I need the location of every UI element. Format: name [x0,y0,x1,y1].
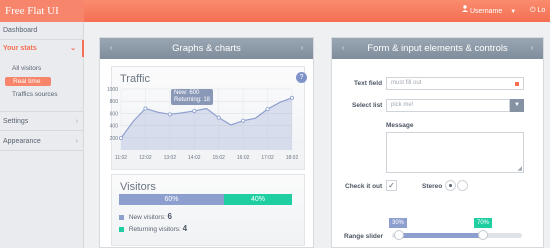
legend-value: 4 [182,224,188,233]
chevron-left-icon[interactable]: ‹ [104,38,118,59]
sidebar-subitem-real-time[interactable]: Real time [5,77,51,86]
top-bar: Free Flat UI Username ▼ ⏻ Lo [0,0,550,22]
visitors-title: Visitors [120,181,156,193]
user-name: Username [469,7,503,15]
legend-label: Returning visitors: [128,226,181,233]
required-indicator [515,82,519,86]
divider [0,150,83,151]
divider [0,111,83,112]
select-value: pick me! [391,102,414,108]
message-textarea[interactable]: ◢ [386,132,524,173]
text-field-placeholder: must fill out [391,80,422,86]
user-menu[interactable]: Username ▼ [462,0,516,22]
panel-header: ‹ Form & input elements & controls › [332,38,543,59]
stereo-label: Stereo [422,183,443,190]
chevron-right-icon[interactable]: › [525,38,539,59]
checkmark-icon: ✓ [388,181,395,190]
select-dropdown-button[interactable]: ▼ [510,99,524,112]
traffic-title: Traffic [120,73,150,85]
chevron-right-icon: › [75,138,78,145]
sidebar-item-label: Appearance [3,138,41,145]
sidebar-item-settings[interactable]: Settings › [0,113,84,130]
tooltip-returning: Returning: 18 [174,97,211,103]
visitors-card: Visitors [111,174,305,246]
traffic-card: Traffic ? [111,66,307,170]
checkbox[interactable]: ✓ [386,180,397,191]
panel-header: ‹ Graphs & charts › [100,38,313,59]
sidebar-item-label: Your stats [3,45,37,52]
legend-swatch [119,226,124,232]
resize-handle-icon: ◢ [517,166,522,172]
sidebar-item-appearance[interactable]: Appearance › [0,133,84,150]
range-slider-low-handle[interactable] [394,230,404,240]
range-slider-fill [398,233,484,238]
select-list[interactable]: pick me! [386,99,510,112]
logout-label: Lo [537,7,546,14]
text-field-label: Text field [354,80,383,87]
chevron-down-icon: ▼ [514,102,520,108]
range-slider-high-handle[interactable] [478,230,488,240]
legend-returning-visitors: Returning visitors: 4 [119,224,187,233]
sidebar-subitem-all-visitors[interactable]: All visitors [12,65,41,72]
sidebar-item-label: Dashboard [3,27,38,34]
divider [0,130,83,131]
text-field-input[interactable]: must fill out [386,77,524,90]
chevron-right-icon[interactable]: › [295,38,309,59]
help-icon[interactable]: ? [296,72,307,83]
select-list-label: Select list [352,102,383,109]
message-label: Message [386,122,414,129]
sidebar-item-your-stats[interactable]: Your stats ⌄ [0,40,84,57]
legend-new-visitors: New visitors: 6 [119,212,172,221]
panel-title: Form & input elements & controls [367,43,508,54]
legend-swatch [119,214,124,220]
legend-value: 6 [167,212,172,221]
brand-logo[interactable]: Free Flat UI [0,0,84,22]
sidebar-item-dashboard[interactable]: Dashboard [0,22,84,39]
panel-title: Graphs & charts [172,43,241,54]
chevron-down-icon: ▼ [510,8,517,15]
chart-tooltip: New: 600 Returning: 18 [171,89,214,105]
new-visitors-bar: 60% [119,194,224,205]
check-label: Check it out [345,183,383,190]
legend-label: New visitors: [128,214,166,221]
range-low-tag: 30% [389,218,408,228]
user-icon [462,0,468,22]
power-icon: ⏻ [530,7,536,14]
range-high-tag: 70% [474,218,493,228]
tooltip-new: New: 600 [174,90,200,96]
chevron-left-icon[interactable]: ‹ [336,38,350,59]
chevron-right-icon: › [75,118,78,125]
sidebar-subitem-traffic-sources[interactable]: Traffics sources [12,91,58,98]
chevron-down-icon: ⌄ [70,45,76,52]
radio-stereo-on[interactable] [445,180,456,191]
range-slider-label: Range slider [344,233,384,240]
sidebar-item-label: Settings [3,118,29,125]
returning-visitors-bar: 40% [224,194,292,205]
radio-stereo-off[interactable] [457,180,468,191]
logout-button[interactable]: ⏻ Lo [530,0,545,22]
